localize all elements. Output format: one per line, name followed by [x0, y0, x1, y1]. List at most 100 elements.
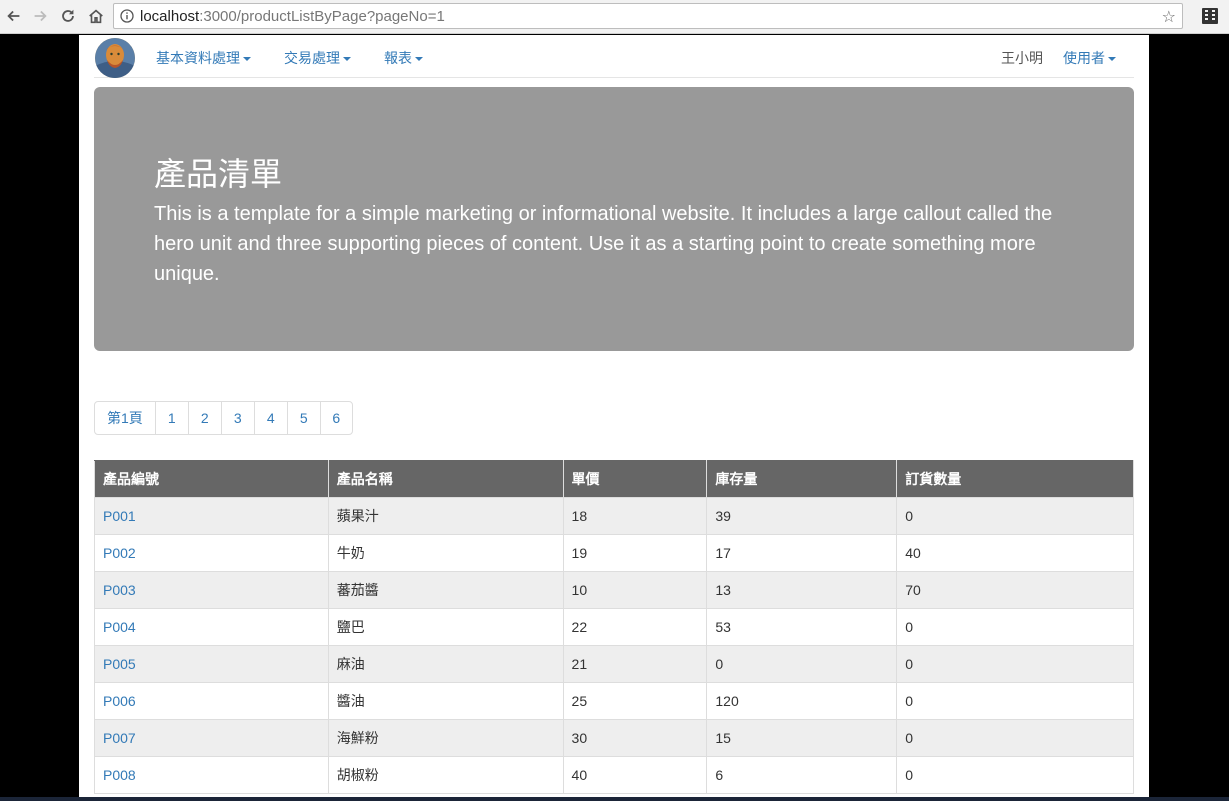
os-taskbar — [0, 797, 1229, 801]
nav-menu-label: 使用者 — [1063, 50, 1105, 66]
product-table: 產品編號 產品名稱 單價 庫存量 訂貨數量 P001 蘋果汁 18 39 0 P… — [94, 460, 1134, 794]
product-id-link[interactable]: P007 — [103, 730, 136, 746]
product-id-link[interactable]: P005 — [103, 656, 136, 672]
product-id-link[interactable]: P008 — [103, 767, 136, 783]
nav-menu-label: 交易處理 — [284, 50, 340, 66]
nav-menu-label: 基本資料處理 — [156, 50, 240, 66]
table-cell: 醬油 — [327, 682, 564, 720]
reload-icon[interactable] — [56, 4, 80, 28]
table-cell: 0 — [896, 756, 1134, 794]
product-id-link[interactable]: P004 — [103, 619, 136, 635]
url-path: :3000/productListByPage?pageNo=1 — [199, 7, 445, 25]
nav-menu-user[interactable]: 使用者 — [1063, 48, 1116, 68]
product-id-link[interactable]: P003 — [103, 582, 136, 598]
table-cell: 13 — [706, 571, 898, 609]
table-cell: 蘋果汁 — [327, 497, 564, 535]
avatar[interactable] — [95, 38, 135, 78]
table-row: P001 蘋果汁 18 39 0 — [94, 497, 1134, 535]
caret-down-icon — [343, 57, 351, 62]
table-cell: 海鮮粉 — [327, 719, 564, 757]
user-name: 王小明 — [1001, 50, 1043, 66]
table-cell: 牛奶 — [327, 534, 564, 572]
table-cell: 10 — [562, 571, 708, 609]
table-cell: 17 — [706, 534, 898, 572]
bookmark-star-icon[interactable]: ☆ — [1162, 7, 1176, 26]
table-row: P004 鹽巴 22 53 0 — [94, 608, 1134, 646]
page-title: 產品清單 — [154, 156, 283, 192]
table-cell: 0 — [896, 497, 1134, 535]
column-header-unit-price: 單價 — [562, 460, 708, 498]
page-content: 基本資料處理 交易處理 報表 王小明 使用者 產品清單 This is a te… — [79, 35, 1149, 801]
table-row: P006 醬油 25 120 0 — [94, 682, 1134, 720]
table-row: P008 胡椒粉 40 6 0 — [94, 756, 1134, 794]
table-cell: 0 — [896, 682, 1134, 720]
table-cell: 25 — [562, 682, 708, 720]
table-row: P007 海鮮粉 30 15 0 — [94, 719, 1134, 757]
caret-down-icon — [1108, 57, 1116, 62]
table-cell: 18 — [562, 497, 708, 535]
table-cell: 40 — [896, 534, 1134, 572]
table-cell: 胡椒粉 — [327, 756, 564, 794]
table-cell: P007 — [94, 719, 329, 757]
page-link-4[interactable]: 4 — [253, 401, 288, 435]
table-cell: 120 — [706, 682, 898, 720]
jumbotron-text: This is a template for a simple marketin… — [154, 203, 1053, 285]
back-arrow-icon[interactable] — [2, 4, 26, 28]
forward-arrow-icon[interactable] — [28, 4, 52, 28]
product-id-link[interactable]: P001 — [103, 508, 136, 524]
table-cell: 0 — [706, 645, 898, 683]
jumbotron: 產品清單 This is a template for a simple mar… — [94, 87, 1134, 351]
page-label-link[interactable]: 第1頁 — [94, 401, 156, 435]
table-row: P005 麻油 21 0 0 — [94, 645, 1134, 683]
table-cell: 15 — [706, 719, 898, 757]
table-cell: 70 — [896, 571, 1134, 609]
browser-toolbar: localhost:3000/productListByPage?pageNo=… — [0, 0, 1229, 34]
table-cell: P006 — [94, 682, 329, 720]
table-cell: 鹽巴 — [327, 608, 564, 646]
column-header-order-qty: 訂貨數量 — [896, 460, 1134, 498]
column-header-product-id: 產品編號 — [94, 460, 329, 498]
table-cell: 19 — [562, 534, 708, 572]
table-cell: 40 — [562, 756, 708, 794]
extension-icon[interactable] — [1201, 7, 1219, 25]
table-row: P002 牛奶 19 17 40 — [94, 534, 1134, 572]
nav-menu-reports[interactable]: 報表 — [384, 48, 423, 68]
caret-down-icon — [243, 57, 251, 62]
url-host: localhost — [140, 7, 200, 25]
nav-menu-transactions[interactable]: 交易處理 — [284, 48, 351, 68]
table-row: P003 蕃茄醬 10 13 70 — [94, 571, 1134, 609]
table-cell: 6 — [706, 756, 898, 794]
top-navbar: 基本資料處理 交易處理 報表 王小明 使用者 — [94, 35, 1134, 78]
product-id-link[interactable]: P002 — [103, 545, 136, 561]
address-bar[interactable]: localhost:3000/productListByPage?pageNo=… — [113, 3, 1183, 29]
table-cell: P002 — [94, 534, 329, 572]
nav-menu-label: 報表 — [384, 50, 412, 66]
table-cell: P003 — [94, 571, 329, 609]
table-cell: 0 — [896, 608, 1134, 646]
column-header-stock: 庫存量 — [706, 460, 898, 498]
table-cell: P004 — [94, 608, 329, 646]
product-id-link[interactable]: P006 — [103, 693, 136, 709]
table-cell: 0 — [896, 719, 1134, 757]
table-cell: 0 — [896, 645, 1134, 683]
table-cell: 麻油 — [327, 645, 564, 683]
home-icon[interactable] — [84, 4, 108, 28]
table-cell: 30 — [562, 719, 708, 757]
page-link-2[interactable]: 2 — [187, 401, 222, 435]
pagination: 第1頁 1 2 3 4 5 6 — [94, 401, 353, 435]
url-text: localhost:3000/productListByPage?pageNo=… — [140, 8, 445, 25]
table-cell: P005 — [94, 645, 329, 683]
caret-down-icon — [415, 57, 423, 62]
page-link-5[interactable]: 5 — [286, 401, 321, 435]
page-link-6[interactable]: 6 — [319, 401, 353, 435]
table-cell: 53 — [706, 608, 898, 646]
info-icon[interactable] — [114, 9, 140, 23]
page-link-1[interactable]: 1 — [154, 401, 189, 435]
table-cell: 21 — [562, 645, 708, 683]
nav-menu-basic-data[interactable]: 基本資料處理 — [156, 48, 251, 68]
table-cell: 蕃茄醬 — [327, 571, 564, 609]
page-link-3[interactable]: 3 — [220, 401, 255, 435]
table-cell: P008 — [94, 756, 329, 794]
column-header-product-name: 產品名稱 — [327, 460, 564, 498]
table-cell: P001 — [94, 497, 329, 535]
